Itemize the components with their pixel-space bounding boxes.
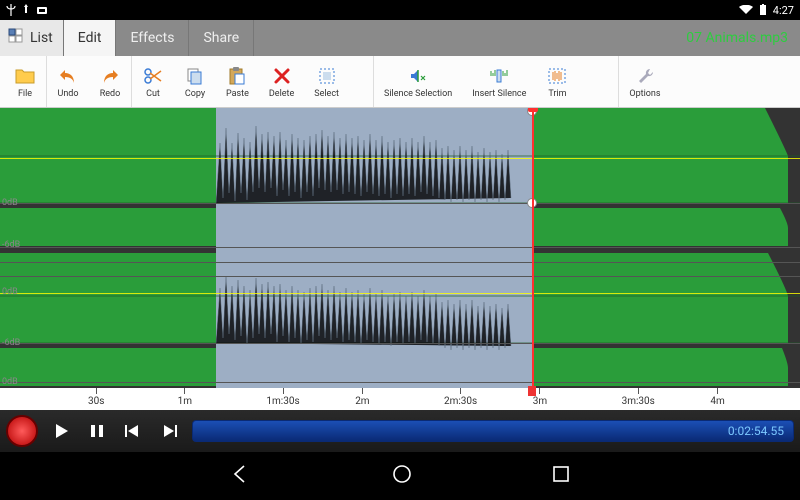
battery-icon (759, 4, 767, 16)
status-clock: 4:27 (773, 4, 794, 17)
db-label: -6dB (2, 240, 20, 250)
delete-button[interactable]: Delete (259, 56, 304, 107)
tab-share[interactable]: Share (189, 20, 254, 56)
options-label: Options (629, 89, 660, 99)
timeline-marker[interactable] (528, 386, 536, 396)
db-label: -6dB (2, 338, 20, 348)
redo-label: Redo (100, 89, 121, 99)
tab-list-label: List (30, 30, 53, 46)
silence-selection-button[interactable]: Silence Selection (373, 56, 462, 107)
undo-button[interactable]: Undo (46, 56, 89, 107)
db-label: 0dB (2, 198, 18, 208)
tab-effects-label: Effects (130, 30, 174, 46)
recent-apps-button[interactable] (552, 465, 570, 487)
db-label: 0dB (2, 287, 18, 297)
paste-icon (226, 65, 248, 87)
usb-icon (22, 4, 30, 16)
file-label: File (18, 89, 32, 99)
select-button[interactable]: Select (304, 56, 349, 107)
wifi-icon (739, 5, 753, 15)
skip-back-button[interactable] (120, 418, 146, 444)
redo-button[interactable]: Redo (89, 56, 131, 107)
redo-icon (99, 65, 121, 87)
delete-icon (271, 65, 293, 87)
file-button[interactable]: File (4, 56, 46, 107)
tick-label: 2m (355, 396, 369, 407)
play-button[interactable] (48, 418, 74, 444)
timeline-ruler[interactable]: 30s 1m 1m:30s 2m 2m:30s 3m 3m:30s 4m (0, 388, 800, 410)
tick-label: 2m:30s (444, 396, 477, 407)
trim-label: Trim (548, 89, 566, 99)
copy-button[interactable]: Copy (174, 56, 216, 107)
paste-label: Paste (226, 89, 249, 99)
silence-selection-label: Silence Selection (384, 89, 452, 99)
insert-silence-button[interactable]: Insert Silence (462, 56, 536, 107)
undo-label: Undo (57, 89, 78, 99)
back-button[interactable] (230, 463, 252, 489)
insert-silence-label: Insert Silence (472, 89, 526, 99)
progress-bar[interactable]: 0:02:54.55 (192, 420, 794, 442)
waveform-display[interactable]: 0dB -6dB 0dB -6dB 0dB (0, 108, 800, 388)
pause-button[interactable] (84, 418, 110, 444)
wrench-icon (634, 65, 656, 87)
tab-effects[interactable]: Effects (116, 20, 189, 56)
undo-icon (57, 65, 79, 87)
record-button[interactable] (6, 415, 38, 447)
transport-bar: 0:02:54.55 (0, 410, 800, 452)
tick-label: 1m (178, 396, 192, 407)
tab-edit-label: Edit (78, 30, 102, 46)
android-nav-bar (0, 452, 800, 500)
tab-bar: List Edit Effects Share 07 Animals.mp3 (0, 20, 800, 56)
tick-label: 1m:30s (266, 396, 299, 407)
waveform-svg (0, 108, 800, 388)
paste-button[interactable]: Paste (216, 56, 259, 107)
delete-label: Delete (269, 89, 294, 99)
tab-list[interactable]: List (0, 20, 64, 56)
select-label: Select (314, 89, 339, 99)
trim-icon (546, 65, 568, 87)
tick-label: 3m (533, 396, 547, 407)
tick-label: 3m:30s (622, 396, 655, 407)
options-button[interactable]: Options (618, 56, 670, 107)
tab-edit[interactable]: Edit (64, 20, 117, 56)
mute-icon (407, 65, 429, 87)
current-filename: 07 Animals.mp3 (674, 20, 800, 56)
copy-icon (184, 65, 206, 87)
select-icon (316, 65, 338, 87)
tick-label: 30s (88, 396, 104, 407)
tab-share-label: Share (203, 30, 239, 46)
trim-button[interactable]: Trim (536, 56, 578, 107)
cut-button[interactable]: Cut (131, 56, 174, 107)
list-icon (8, 28, 24, 48)
home-button[interactable] (392, 464, 412, 488)
db-label: 0dB (2, 377, 18, 387)
playhead[interactable] (532, 108, 534, 388)
psi-icon (6, 4, 16, 16)
insert-silence-icon (488, 65, 510, 87)
tick-label: 4m (710, 396, 724, 407)
cut-label: Cut (146, 89, 160, 99)
file-icon (14, 65, 36, 87)
elapsed-time: 0:02:54.55 (718, 424, 794, 438)
edit-toolbar: File Undo Redo Cut Copy Paste Delete Sel… (0, 56, 800, 108)
android-status-bar: 4:27 (0, 0, 800, 20)
scissors-icon (142, 65, 164, 87)
copy-label: Copy (185, 89, 205, 99)
skip-forward-button[interactable] (156, 418, 182, 444)
screenshot-icon (36, 5, 48, 15)
